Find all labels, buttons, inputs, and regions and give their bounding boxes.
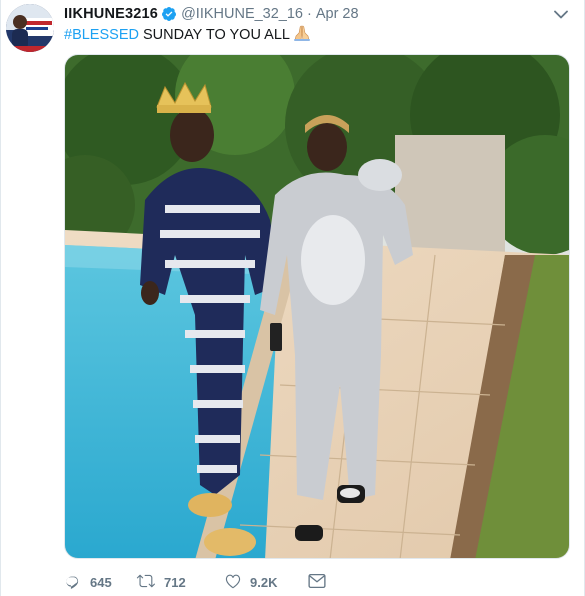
reply-count: 645 [90, 574, 112, 590]
tweet-card: IIKHUNE3216 @IIKHUNE_32_16 · Apr 28 #BLE… [0, 0, 585, 596]
like-button[interactable]: 9.2K [224, 572, 308, 593]
retweet-icon [136, 572, 156, 593]
photo-image [65, 55, 569, 558]
tweet-date[interactable]: Apr 28 [316, 6, 359, 22]
tweet-photo[interactable] [64, 54, 570, 559]
tweet-actions: 645 712 9.2K [64, 571, 328, 593]
chevron-down-icon[interactable] [552, 5, 570, 23]
tweet-header: IIKHUNE3216 @IIKHUNE_32_16 · Apr 28 [64, 5, 544, 23]
direct-message-button[interactable] [308, 573, 328, 592]
tweet-body: SUNDAY TO YOU ALL [138, 27, 290, 43]
reply-icon [64, 572, 82, 593]
header-separator: · [307, 6, 312, 22]
tweet-text: #BLESSED SUNDAY TO YOU ALL [64, 25, 311, 46]
author-name[interactable]: IIKHUNE3216 [64, 6, 158, 22]
reply-button[interactable]: 645 [64, 572, 136, 593]
retweet-button[interactable]: 712 [136, 572, 224, 593]
avatar-image [6, 4, 54, 52]
author-handle[interactable]: @IIKHUNE_32_16 [181, 6, 303, 22]
verified-badge-icon [161, 6, 177, 22]
envelope-icon [308, 573, 326, 592]
hashtag-link[interactable]: #BLESSED [64, 27, 139, 43]
like-count: 9.2K [250, 574, 278, 590]
avatar[interactable] [6, 4, 54, 52]
heart-icon [224, 572, 242, 593]
retweet-count: 712 [164, 574, 186, 590]
praying-hands-emoji-icon [293, 25, 311, 46]
